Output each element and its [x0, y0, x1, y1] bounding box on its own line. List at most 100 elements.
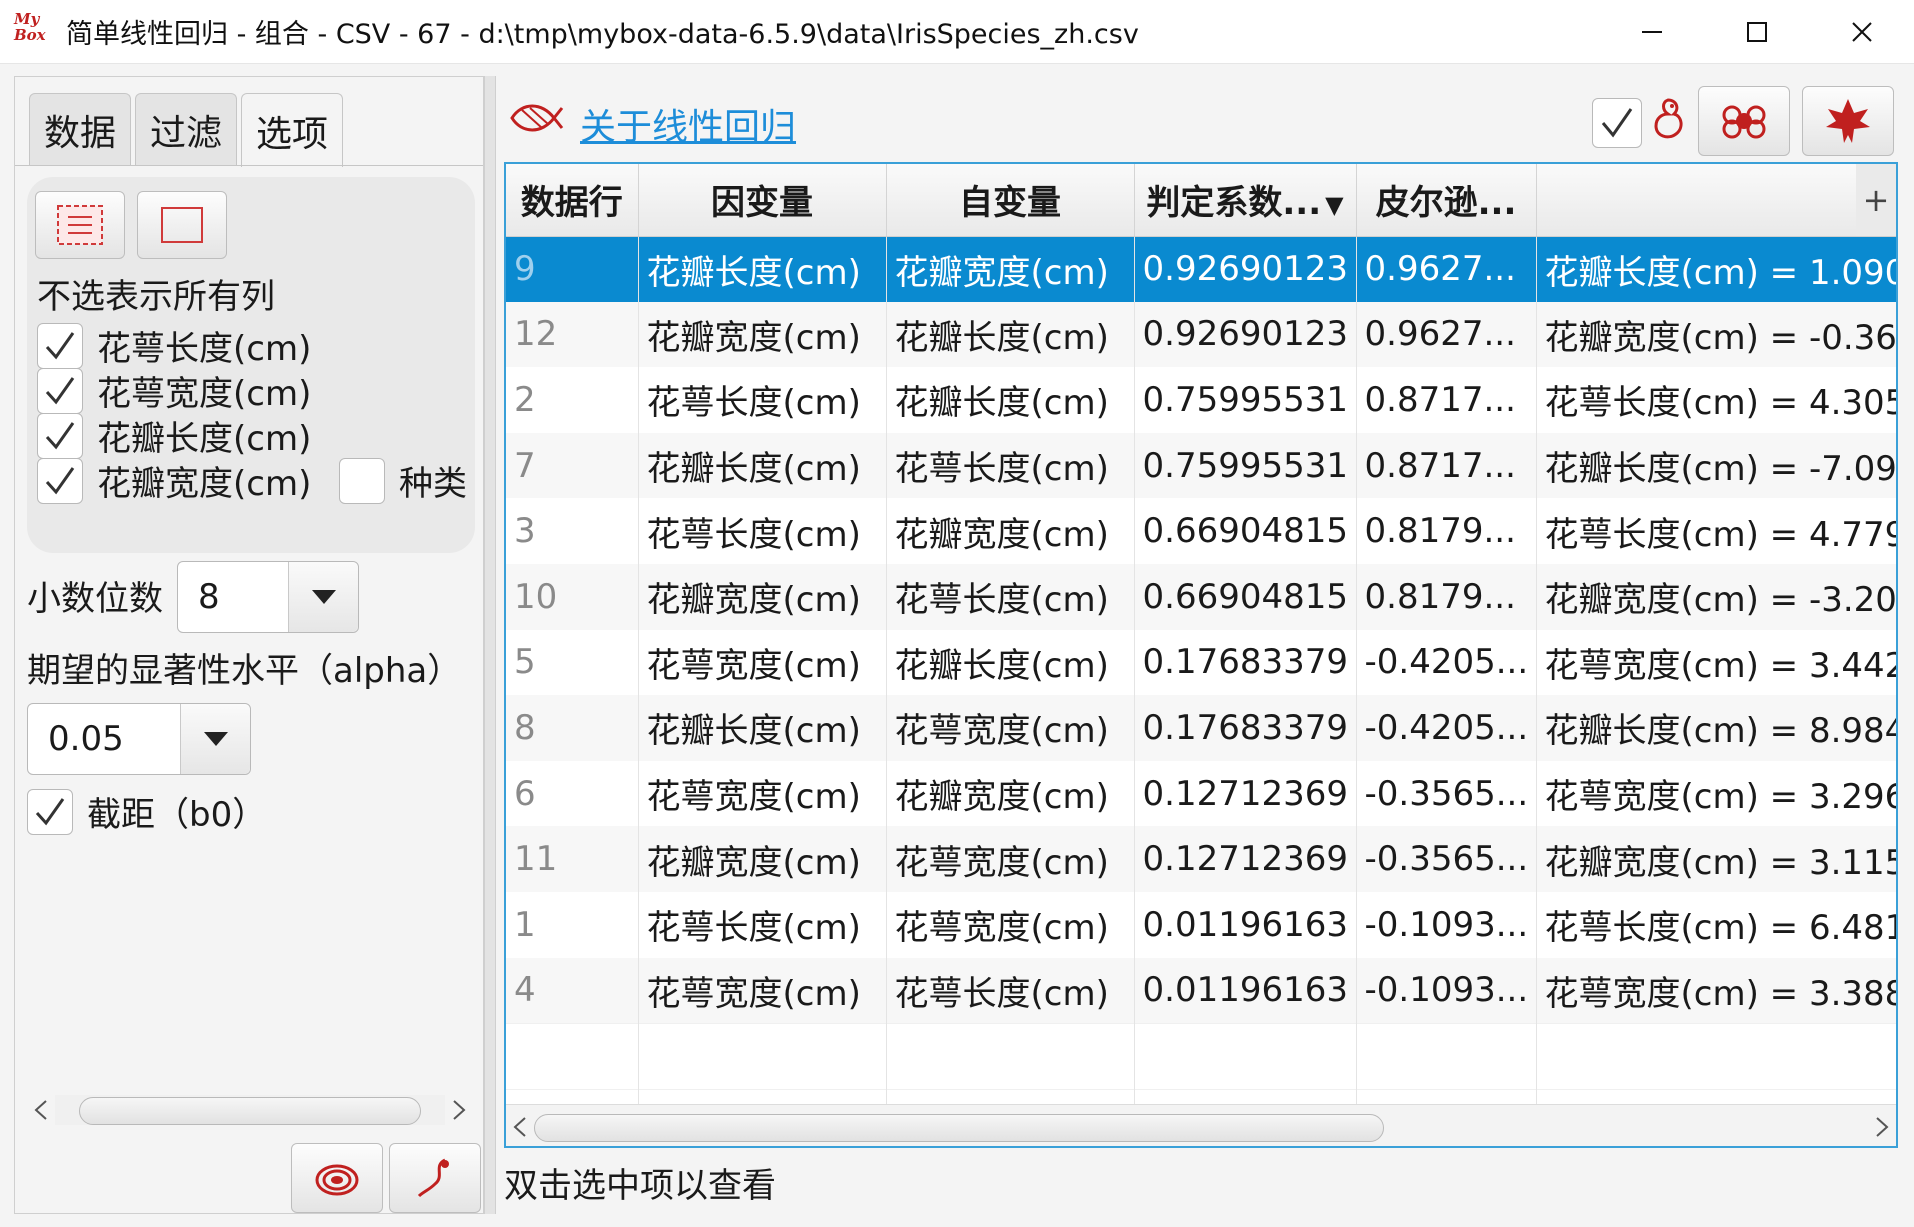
panel-splitter[interactable]	[484, 76, 496, 1214]
maple-leaf-button[interactable]	[1802, 86, 1894, 156]
column-header-r-squared[interactable]: 判定系数... ▼	[1134, 164, 1357, 237]
column-check-species[interactable]: 种类	[339, 456, 467, 505]
chevron-left-icon	[34, 1100, 47, 1120]
table-cell-row: 12	[506, 301, 639, 368]
empty-row	[506, 1022, 1896, 1090]
table-row[interactable]: 1 花萼长度(cm) 花萼宽度(cm) 0.01196163 -0.1093... 花萼长…	[506, 891, 1896, 958]
scroll-track[interactable]	[55, 1095, 445, 1125]
column-check-sepal-length[interactable]: 花萼长度(cm)	[37, 321, 311, 370]
close-icon	[1851, 22, 1872, 42]
scroll-thumb[interactable]	[534, 1113, 1384, 1142]
empty-cell	[1356, 1022, 1537, 1090]
left-horizontal-scrollbar[interactable]	[27, 1087, 473, 1133]
table-cell-r2: 0.66904815	[1134, 563, 1357, 630]
close-button[interactable]	[1809, 0, 1914, 64]
table-cell-model: 花瓣长度(cm) = -7.09	[1536, 432, 1896, 499]
rooster-icon[interactable]	[1648, 94, 1688, 144]
decimal-places-select[interactable]: 8	[177, 561, 359, 633]
table-cell-r2: 0.92690123	[1134, 236, 1357, 302]
table-row[interactable]: 4 花萼宽度(cm) 花萼长度(cm) 0.01196163 -0.1093... 花萼宽…	[506, 957, 1896, 1024]
empty-cell	[886, 1022, 1135, 1090]
about-linear-regression-link[interactable]: 关于线性回归	[580, 98, 796, 150]
check-label: 截距（b0）	[87, 795, 267, 835]
minimize-button[interactable]	[1599, 0, 1704, 64]
table-row[interactable]: 2 花萼长度(cm) 花瓣长度(cm) 0.75995531 0.8717... 花萼长度…	[506, 367, 1896, 433]
tab-options[interactable]: 选项	[241, 93, 344, 167]
column-check-petal-width[interactable]: 花瓣宽度(cm)	[37, 456, 311, 505]
scroll-left-arrow[interactable]	[506, 1116, 534, 1138]
checkbox[interactable]	[37, 367, 83, 414]
select-none-button[interactable]	[137, 191, 227, 259]
table-cell-ind: 花瓣长度(cm)	[886, 301, 1135, 368]
chevron-right-icon	[1876, 1116, 1889, 1137]
status-hint: 双击选中项以查看	[504, 1166, 776, 1206]
table-cell-pearson: -0.4205...	[1356, 695, 1537, 761]
column-header-model[interactable]: 模	[1536, 164, 1896, 237]
dropdown-arrow[interactable]	[180, 704, 250, 774]
sort-descending-icon: ▼	[1325, 190, 1344, 219]
table-row[interactable]: 9 花瓣长度(cm) 花瓣宽度(cm) 0.92690123 0.9627... 花瓣长度…	[506, 236, 1896, 302]
checkbox[interactable]	[37, 412, 83, 459]
select-hint: 不选表示所有列	[37, 277, 275, 317]
chevron-left-icon	[513, 1116, 526, 1137]
swirl-icon	[417, 1158, 449, 1198]
table-cell-row: 2	[506, 367, 639, 433]
scroll-right-arrow[interactable]	[1868, 1116, 1896, 1138]
calculate-button[interactable]	[291, 1143, 383, 1213]
table-cell-model: 花萼长度(cm) = 4.305	[1536, 367, 1896, 433]
table-cell-pearson: -0.3565...	[1356, 760, 1537, 827]
toggle-checkbox[interactable]	[1592, 98, 1642, 148]
table-cell-pearson: 0.9627...	[1356, 301, 1537, 368]
scroll-left-arrow[interactable]	[27, 1099, 55, 1121]
table-cell-model: 花萼长度(cm) = 6.481	[1536, 891, 1896, 958]
scroll-track[interactable]	[534, 1111, 1868, 1142]
tab-data[interactable]: 数据	[29, 93, 132, 165]
table-cell-r2: 0.17683379	[1134, 629, 1357, 696]
tab-filter[interactable]: 过滤	[135, 93, 238, 165]
select-all-button[interactable]	[35, 191, 125, 259]
checkbox[interactable]	[37, 322, 83, 369]
flower-button[interactable]	[1698, 86, 1790, 156]
checkbox[interactable]	[339, 457, 385, 504]
column-header-pearson[interactable]: 皮尔逊...	[1356, 164, 1537, 237]
table-cell-r2: 0.75995531	[1134, 432, 1357, 499]
table-row[interactable]: 3 花萼长度(cm) 花瓣宽度(cm) 0.66904815 0.8179... 花萼长度…	[506, 498, 1896, 564]
column-header-row-number[interactable]: 数据行	[506, 164, 639, 237]
table-cell-pearson: -0.3565...	[1356, 826, 1537, 892]
column-check-petal-length[interactable]: 花瓣长度(cm)	[37, 411, 311, 460]
table-row[interactable]: 10 花瓣宽度(cm) 花萼长度(cm) 0.66904815 0.8179... 花瓣宽…	[506, 563, 1896, 630]
checkbox[interactable]	[27, 788, 73, 835]
regression-results-table[interactable]: 数据行 因变量 自变量 判定系数...▼ 皮尔逊... 模 9花瓣长度(cm)花…	[504, 162, 1898, 1148]
alpha-select[interactable]: 0.05	[27, 703, 251, 775]
tab-divider	[15, 165, 483, 166]
column-header-independent[interactable]: 自变量	[886, 164, 1135, 237]
column-check-sepal-width[interactable]: 花萼宽度(cm)	[37, 366, 311, 415]
maximize-button[interactable]	[1704, 0, 1809, 64]
chevron-down-icon	[311, 590, 336, 604]
run-button[interactable]	[389, 1143, 481, 1213]
column-selection-box: 不选表示所有列 花萼长度(cm) 花萼宽度(cm) 花瓣长度(cm) 花瓣宽度(…	[27, 177, 475, 553]
table-cell-dep: 花瓣长度(cm)	[638, 695, 887, 761]
table-horizontal-scrollbar[interactable]	[506, 1104, 1896, 1146]
add-column-menu-button[interactable]: +	[1856, 164, 1896, 236]
table-row[interactable]: 11 花瓣宽度(cm) 花萼宽度(cm) 0.12712369 -0.3565... 花瓣…	[506, 826, 1896, 892]
table-row[interactable]: 7 花瓣长度(cm) 花萼长度(cm) 0.75995531 0.8717... 花瓣长度…	[506, 432, 1896, 499]
table-row[interactable]: 12 花瓣宽度(cm) 花瓣长度(cm) 0.92690123 0.9627... 花瓣宽…	[506, 301, 1896, 368]
table-row[interactable]: 8 花瓣长度(cm) 花萼宽度(cm) 0.17683379 -0.4205... 花瓣长…	[506, 695, 1896, 761]
table-cell-model: 花萼宽度(cm) = 3.388	[1536, 957, 1896, 1024]
scroll-right-arrow[interactable]	[445, 1099, 473, 1121]
table-row[interactable]: 5 花萼宽度(cm) 花瓣长度(cm) 0.17683379 -0.4205... 花萼宽…	[506, 629, 1896, 696]
empty-cell	[1536, 1022, 1896, 1090]
scroll-thumb[interactable]	[79, 1097, 421, 1125]
intercept-check[interactable]: 截距（b0）	[27, 787, 266, 836]
checkbox[interactable]	[37, 457, 83, 504]
check-label: 花萼长度(cm)	[97, 329, 312, 369]
app-logo: My Box	[14, 9, 46, 44]
table-row[interactable]: 6 花萼宽度(cm) 花瓣宽度(cm) 0.12712369 -0.3565... 花萼宽…	[506, 760, 1896, 827]
dropdown-arrow[interactable]	[288, 562, 358, 632]
checkmark-icon	[45, 421, 75, 449]
column-header-dependent[interactable]: 因变量	[638, 164, 887, 237]
minimize-icon	[1641, 31, 1662, 33]
table-cell-ind: 花萼宽度(cm)	[886, 891, 1135, 958]
table-cell-dep: 花萼宽度(cm)	[638, 957, 887, 1024]
